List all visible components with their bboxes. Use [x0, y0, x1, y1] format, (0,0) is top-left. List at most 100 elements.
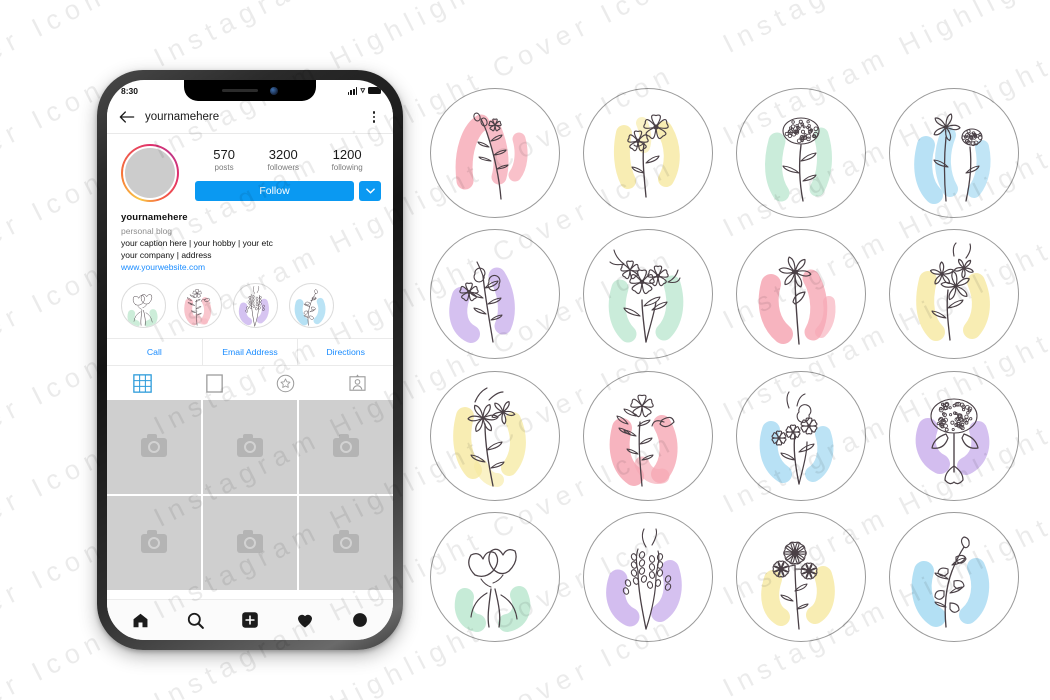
camera-icon	[332, 529, 359, 553]
home-nav-button[interactable]	[131, 611, 150, 630]
yarrow-illustration	[764, 117, 832, 202]
grid-icon	[133, 374, 153, 393]
flower-cover-daisy-yellow[interactable]	[735, 512, 866, 643]
flower-cover-lavender-purple[interactable]	[582, 512, 713, 643]
story-highlight-stem-pink[interactable]	[177, 283, 222, 328]
flower-cover-lily-pink[interactable]	[735, 229, 866, 360]
photo-grid-cell[interactable]	[202, 495, 298, 591]
follow-dropdown-button[interactable]	[359, 181, 381, 202]
icon-grid-cell	[418, 365, 571, 507]
back-arrow-icon[interactable]	[117, 107, 137, 127]
avatar[interactable]	[123, 146, 177, 200]
flower-cover-poppies-pink[interactable]	[582, 370, 713, 501]
profile-top-bar: yournamehere	[107, 101, 393, 134]
flower-cover-sprig-pink[interactable]	[429, 87, 560, 218]
flower-cover-bouquet-green[interactable]	[582, 229, 713, 360]
bells-illustration	[911, 536, 989, 628]
bottom-navigation	[107, 599, 393, 640]
photo-grid-cell[interactable]	[298, 495, 393, 591]
profile-nav-button[interactable]	[351, 611, 369, 629]
camera-icon	[332, 433, 359, 457]
flower-cover-hydrangea-purple[interactable]	[888, 370, 1019, 501]
tab-reels[interactable]	[179, 374, 251, 393]
signal-bars-icon	[347, 87, 358, 95]
poppies-illustration	[609, 394, 677, 487]
lilies-illustration	[452, 387, 526, 487]
wildstem-illustration	[448, 261, 515, 344]
stat-followers[interactable]: 3200 followers	[267, 147, 300, 173]
icon-grid-cell	[724, 365, 877, 507]
stat-followers-label: followers	[267, 162, 300, 172]
bouquet-illustration	[608, 249, 683, 343]
email-address-button[interactable]: Email Address	[203, 339, 299, 365]
status-bar: 8:30 ▿	[107, 80, 393, 101]
icon-grid-cell	[877, 82, 1030, 224]
icon-grid-cell	[877, 507, 1030, 649]
square-icon	[205, 374, 223, 393]
story-highlights-row	[107, 272, 393, 338]
icon-grid-cell	[418, 507, 571, 649]
wifi-icon: ▿	[360, 85, 365, 95]
phone-mockup: 8:30 ▿ yournamehere 570 posts 3200 follo…	[97, 70, 403, 650]
photo-grid-cell[interactable]	[107, 495, 202, 591]
search-icon	[187, 612, 204, 629]
flower-cover-tulips-green[interactable]	[429, 512, 560, 643]
profile-username: yournamehere	[145, 111, 220, 123]
profile-circle-icon	[353, 613, 367, 627]
call-button[interactable]: Call	[107, 339, 203, 365]
photo-grid-cell[interactable]	[107, 400, 202, 495]
flower-cover-blossom-yellow[interactable]	[582, 87, 713, 218]
heart-icon	[298, 614, 312, 628]
tab-grid[interactable]	[107, 374, 179, 393]
story-highlight-tulips-green[interactable]	[121, 283, 166, 328]
camera-icon	[237, 433, 264, 457]
bio-website-link[interactable]: www.yourwebsite.com	[121, 262, 381, 272]
icon-grid-cell	[418, 82, 571, 224]
directions-button[interactable]: Directions	[298, 339, 393, 365]
lily-illustration	[758, 256, 835, 345]
stat-following-label: following	[331, 162, 363, 172]
create-nav-button[interactable]	[241, 611, 259, 629]
flower-cover-daylily-yellow[interactable]	[888, 229, 1019, 360]
daylily-illustration	[915, 242, 990, 342]
lavender-illustration	[238, 286, 269, 327]
search-nav-button[interactable]	[186, 611, 205, 630]
tab-guides[interactable]	[250, 374, 322, 393]
kebab-menu-icon[interactable]	[367, 111, 381, 123]
flower-cover-yarrow-green[interactable]	[735, 87, 866, 218]
flower-cover-lilies-yellow[interactable]	[429, 370, 560, 501]
action-buttons-row: Call Email Address Directions	[107, 338, 393, 366]
stat-posts[interactable]: 570 posts	[213, 147, 235, 173]
stat-following[interactable]: 1200 following	[331, 147, 363, 173]
plus-square-icon	[242, 612, 258, 628]
photo-grid-cell[interactable]	[202, 400, 298, 495]
story-highlight-poppy-blue[interactable]	[289, 283, 334, 328]
star-circle-icon	[277, 374, 295, 393]
photo-grid-cell[interactable]	[298, 400, 393, 495]
battery-icon	[368, 87, 381, 94]
flower-cover-wildstem-purple[interactable]	[429, 229, 560, 360]
story-highlight-lavender-purple[interactable]	[233, 283, 278, 328]
camera-icon	[141, 433, 168, 457]
activity-nav-button[interactable]	[295, 610, 315, 630]
flower-cover-posy-blue[interactable]	[735, 370, 866, 501]
camera-icon	[237, 529, 264, 553]
flower-cover-poppy-blue[interactable]	[888, 87, 1019, 218]
profile-section: 570 posts 3200 followers 1200 following	[107, 134, 393, 272]
icon-grid-cell	[724, 507, 877, 649]
icon-grid-cell	[877, 224, 1030, 366]
icon-grid-cell	[571, 82, 724, 224]
stats-row: 570 posts 3200 followers 1200 following	[195, 144, 381, 173]
lavender-illustration	[605, 528, 682, 630]
tab-tagged[interactable]	[322, 374, 394, 393]
stat-posts-label: posts	[214, 162, 234, 172]
flower-cover-bells-blue[interactable]	[888, 512, 1019, 643]
story-ring[interactable]	[121, 144, 179, 202]
tulips-illustration	[454, 548, 530, 633]
sprig-illustration	[455, 112, 528, 200]
bio-line-2: your company | address	[121, 250, 212, 260]
bio-display-name: yournamehere	[121, 212, 188, 223]
follow-button[interactable]: Follow	[195, 181, 354, 202]
posy-illustration	[759, 391, 833, 485]
poppies-illustration	[184, 289, 212, 326]
